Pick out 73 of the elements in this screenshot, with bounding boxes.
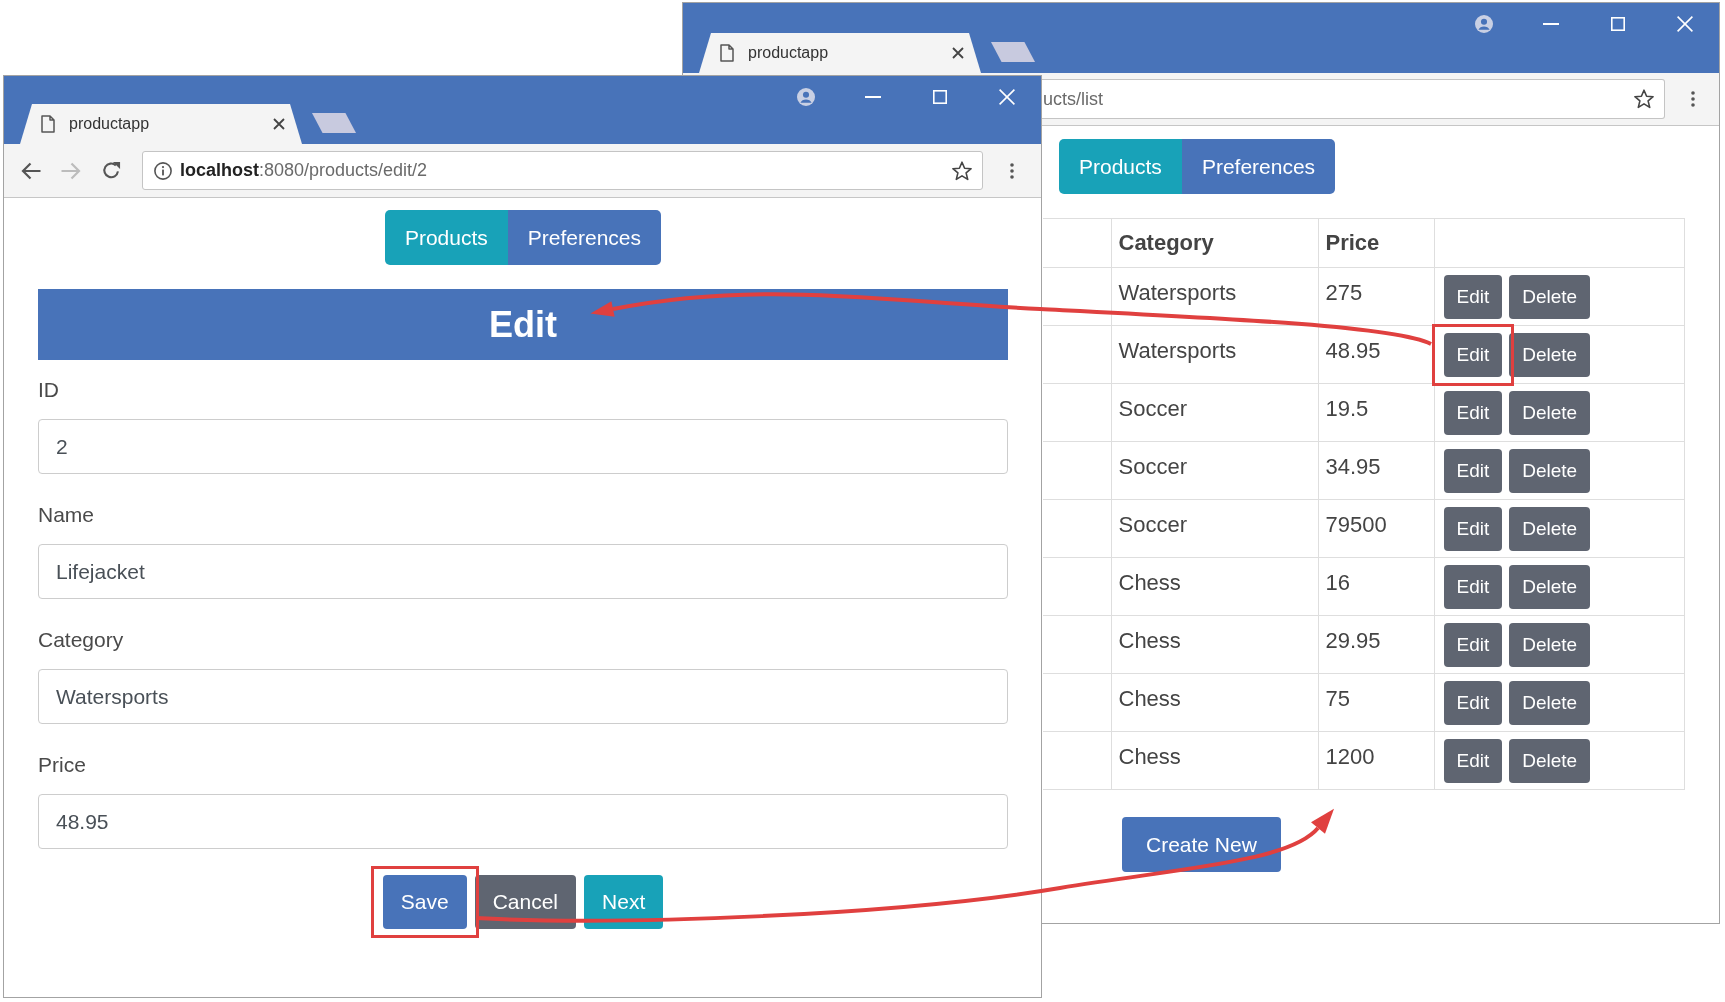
field-label: Name — [38, 502, 95, 528]
delete-button[interactable]: Delete — [1509, 332, 1591, 377]
delete-button[interactable]: Delete — [1509, 738, 1591, 783]
text-field[interactable]: Watersports — [38, 669, 1008, 724]
delete-button[interactable]: Delete — [1509, 274, 1591, 319]
next-button[interactable]: Next — [584, 875, 664, 929]
save-button[interactable]: Save — [382, 875, 467, 929]
table-cell: Soccer — [1111, 383, 1318, 442]
edit-button[interactable]: Edit — [1443, 448, 1503, 493]
heading-banner: Edit — [38, 289, 1008, 360]
star-icon[interactable] — [1634, 89, 1654, 109]
minimize-icon[interactable] — [864, 96, 881, 98]
delete-button[interactable]: Delete — [1509, 680, 1591, 725]
reload-icon[interactable] — [101, 161, 121, 180]
nav-tab[interactable]: Preferences — [1181, 139, 1336, 194]
minimize-icon[interactable] — [1542, 23, 1559, 25]
page-icon — [41, 115, 55, 133]
table-cell: 34.95 — [1318, 441, 1434, 500]
field-label: ID — [38, 377, 59, 403]
edit-button[interactable]: Edit — [1443, 332, 1503, 377]
field-label: Price — [38, 752, 86, 778]
close-icon[interactable] — [273, 118, 285, 130]
edit-button[interactable]: Edit — [1443, 274, 1503, 319]
table-cell: Chess — [1111, 615, 1318, 674]
close-icon[interactable] — [952, 47, 964, 59]
menu-icon[interactable] — [1691, 91, 1695, 107]
delete-button[interactable]: Delete — [1509, 622, 1591, 667]
back-arrow-icon[interactable] — [21, 161, 41, 180]
star-icon[interactable] — [952, 160, 972, 181]
maximize-icon[interactable] — [932, 90, 947, 104]
edit-button[interactable]: Edit — [1443, 506, 1503, 551]
nav-tab[interactable]: Products — [384, 210, 508, 265]
column-header: Price — [1318, 218, 1434, 268]
profile-icon[interactable] — [1474, 15, 1493, 33]
table-cell: Soccer — [1111, 499, 1318, 558]
table-cell: 29.95 — [1318, 615, 1434, 674]
maximize-icon[interactable] — [1610, 17, 1625, 31]
table-cell: 1200 — [1318, 731, 1434, 790]
edit-button[interactable]: Edit — [1443, 622, 1503, 667]
nav-tab[interactable]: Products — [1059, 139, 1182, 194]
delete-button[interactable]: Delete — [1509, 506, 1591, 551]
table-cell: Chess — [1111, 557, 1318, 616]
delete-button[interactable]: Delete — [1509, 390, 1591, 435]
create-new-button[interactable]: Create New — [1122, 817, 1281, 872]
text-field[interactable]: Lifejacket — [38, 544, 1008, 599]
edit-button[interactable]: Edit — [1443, 390, 1503, 435]
browser-tab[interactable]: productapp — [699, 33, 981, 73]
column-header: Category — [1111, 218, 1318, 268]
info-icon[interactable] — [154, 161, 172, 180]
browser-tab[interactable]: productapp — [20, 104, 302, 144]
address-bar[interactable]: ucts/list — [1042, 79, 1665, 119]
table-cell: Watersports — [1111, 267, 1318, 326]
table-cell: Chess — [1111, 731, 1318, 790]
table-cell: Soccer — [1111, 441, 1318, 500]
text-field[interactable]: 48.95 — [38, 794, 1008, 849]
nav-tab[interactable]: Preferences — [507, 210, 662, 265]
edit-button[interactable]: Edit — [1443, 564, 1503, 609]
profile-icon[interactable] — [796, 88, 815, 106]
text-field[interactable]: 2 — [38, 419, 1008, 474]
table-cell: 79500 — [1318, 499, 1434, 558]
table-cell: 16 — [1318, 557, 1434, 616]
table-cell: Chess — [1111, 673, 1318, 732]
field-label: Category — [38, 627, 124, 653]
delete-button[interactable]: Delete — [1509, 448, 1591, 493]
address-bar[interactable]: localhost:8080/products/edit/2 — [142, 151, 983, 190]
table-cell: 75 — [1318, 673, 1434, 732]
table-cell: 19.5 — [1318, 383, 1434, 442]
delete-button[interactable]: Delete — [1509, 564, 1591, 609]
table-cell: Watersports — [1111, 325, 1318, 384]
menu-icon[interactable] — [1010, 162, 1014, 179]
edit-button[interactable]: Edit — [1443, 680, 1503, 725]
edit-button[interactable]: Edit — [1443, 738, 1503, 783]
page-icon — [720, 44, 734, 62]
